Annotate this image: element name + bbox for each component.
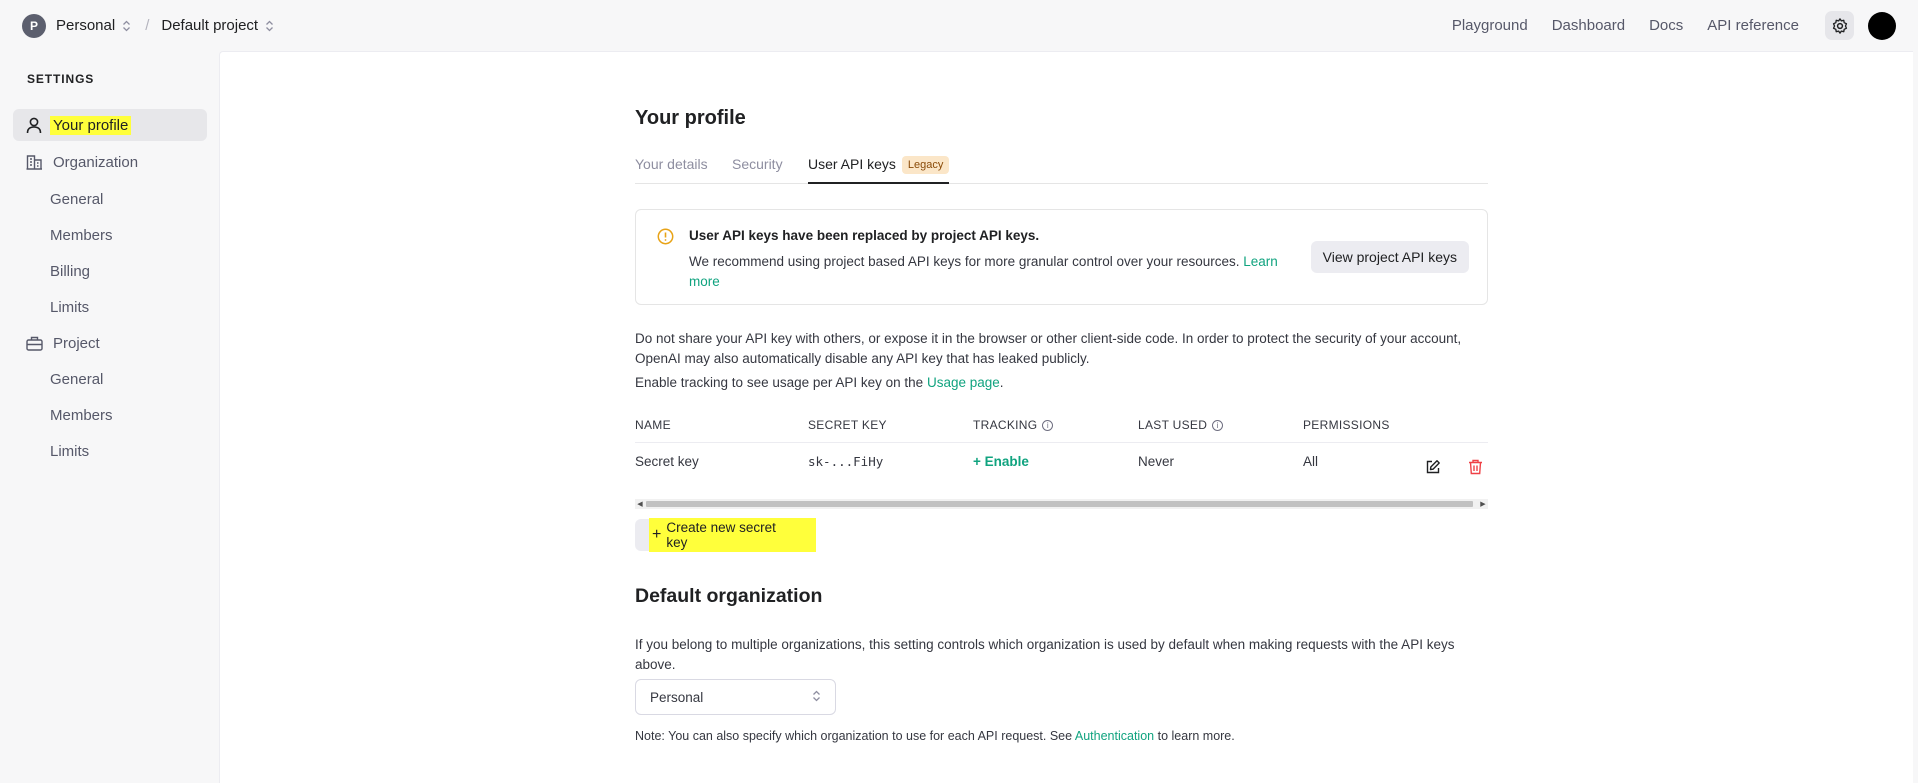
tab-user-api-keys[interactable]: User API keys Legacy [808,156,950,184]
top-nav: Playground Dashboard Docs API reference [1452,11,1896,40]
key-secret: sk-...FiHy [808,454,884,469]
notice-body: We recommend using project based API key… [689,252,1309,292]
info-icon[interactable]: i [1042,419,1054,431]
sidebar-item-org-members[interactable]: Members [50,225,113,245]
org-avatar[interactable]: P [22,13,46,38]
sidebar-item-label: Your profile [50,115,132,135]
plus-icon: + [652,526,662,543]
tracking-hint-text: Enable tracking to see usage per API key… [635,375,924,390]
top-bar: P Personal / Default project Playground … [0,0,1918,51]
note-suffix: to learn more. [1157,729,1235,743]
settings-button[interactable] [1825,11,1854,40]
key-last-used: Never [1138,454,1175,469]
column-header-last-used: LAST USED i [1138,418,1224,432]
sidebar-heading: SETTINGS [27,72,95,86]
default-org-note: Note: You can also specify which organiz… [635,729,1235,743]
tracking-hint: Enable tracking to see usage per API key… [635,373,1495,393]
enable-tracking-link[interactable]: + Enable [973,454,1029,469]
tab-label: User API keys [808,156,896,172]
column-header-permissions: PERMISSIONS [1303,418,1390,432]
column-header-secret-key: SECRET KEY [808,418,887,432]
nav-playground[interactable]: Playground [1452,17,1528,34]
select-value: Personal [650,689,704,705]
note-prefix: Note: You can also specify which organiz… [635,729,1073,743]
sidebar-item-your-profile[interactable]: Your profile [13,109,207,141]
sidebar-item-label: Project [53,334,100,352]
gear-icon [1832,17,1847,34]
breadcrumb: P Personal / Default project [22,13,274,38]
period: . [999,375,1004,390]
info-icon[interactable]: i [1212,419,1224,431]
create-button-content: + Create new secret key [649,518,816,552]
create-new-secret-key-button[interactable]: + Create new secret key [635,518,816,552]
nav-docs[interactable]: Docs [1649,17,1683,34]
header-label: TRACKING [973,418,1038,432]
org-name: Personal [56,17,116,34]
key-permissions: All [1303,454,1319,469]
chevron-up-down-icon [122,20,131,32]
project-name: Default project [161,17,259,34]
api-key-warning: Do not share your API key with others, o… [635,331,1462,366]
delete-key-button[interactable] [1466,458,1484,476]
tab-security[interactable]: Security [732,156,783,184]
sidebar-item-organization[interactable]: Organization [13,146,207,178]
header-label: LAST USED [1138,418,1208,432]
deprecation-notice: User API keys have been replaced by proj… [635,209,1488,305]
profile-tabs: Your details Security User API keys Legac… [635,150,1488,184]
column-header-name: NAME [635,418,671,432]
user-avatar[interactable] [1868,11,1896,40]
sidebar-item-label: Organization [53,153,139,171]
scroll-right-arrow[interactable]: ▶ [1478,499,1488,509]
nav-dashboard[interactable]: Dashboard [1552,17,1625,34]
breadcrumb-separator: / [145,17,150,34]
info-circle-icon [657,228,674,245]
column-header-tracking: TRACKING i [973,418,1054,432]
default-org-select[interactable]: Personal [635,679,836,715]
sidebar-item-project-members[interactable]: Members [50,405,113,425]
notice-title: User API keys have been replaced by proj… [689,228,1040,243]
trash-icon [1468,459,1482,475]
project-switcher[interactable]: Default project [161,17,274,34]
default-org-heading: Default organization [635,585,823,607]
sidebar-item-org-billing[interactable]: Billing [50,261,90,281]
header-divider [635,442,1488,443]
main-panel: Your profile Your details Security User … [219,51,1913,783]
sidebar-item-org-general[interactable]: General [50,189,103,209]
create-button-label: Create new secret key [666,520,776,550]
chevron-up-down-icon [265,20,274,32]
page-title: Your profile [635,107,746,129]
edit-key-button[interactable] [1424,458,1442,476]
building-icon [25,153,43,171]
default-org-description: If you belong to multiple organizations,… [635,637,1455,672]
sidebar-item-project-limits[interactable]: Limits [50,441,89,461]
view-project-api-keys-button[interactable]: View project API keys [1310,241,1469,273]
key-name: Secret key [635,454,699,469]
horizontal-scrollbar[interactable]: ◀ ▶ [635,499,1488,509]
user-icon [25,116,43,134]
sidebar: SETTINGS Your profile Organization Gener… [0,51,219,783]
usage-page-link[interactable]: Usage page [927,375,1000,390]
nav-api-reference[interactable]: API reference [1707,17,1799,34]
notice-text: We recommend using project based API key… [689,254,1240,269]
sidebar-item-project[interactable]: Project [13,327,207,359]
briefcase-icon [25,334,43,352]
chevron-up-down-icon [812,690,821,702]
sidebar-item-org-limits[interactable]: Limits [50,297,89,317]
pencil-icon [1426,460,1440,474]
legacy-badge: Legacy [901,156,950,174]
org-switcher[interactable]: Personal [56,17,131,34]
scroll-left-arrow[interactable]: ◀ [635,499,645,509]
scrollbar-thumb[interactable] [646,501,1473,507]
sidebar-item-project-general[interactable]: General [50,369,103,389]
tab-your-details[interactable]: Your details [635,156,708,184]
authentication-link[interactable]: Authentication [1075,729,1154,743]
